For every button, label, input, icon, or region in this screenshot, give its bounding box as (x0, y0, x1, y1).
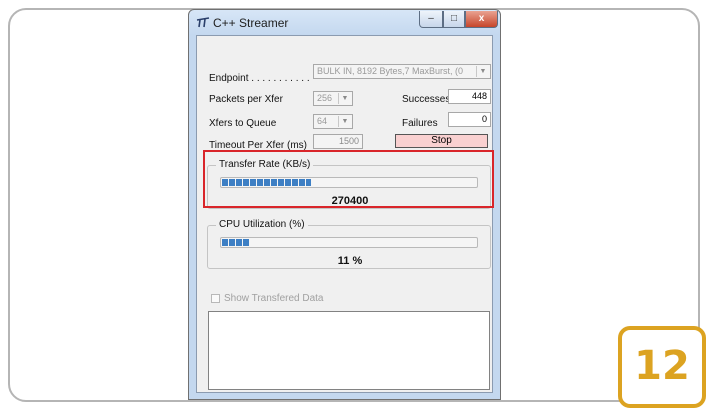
app-icon (196, 17, 210, 28)
successes-field[interactable]: 448 (448, 89, 491, 104)
packets-value: 256 (317, 93, 333, 103)
successes-label: Successes (402, 94, 451, 105)
stop-button[interactable]: Stop (395, 134, 488, 148)
cpu-bar (220, 237, 478, 248)
close-icon[interactable]: x (465, 11, 498, 28)
packets-label: Packets per Xfer (209, 94, 283, 105)
transfer-rate-highlight (203, 150, 494, 208)
data-textarea[interactable] (208, 311, 490, 390)
step-badge: 12 (618, 326, 706, 408)
show-data-checkbox[interactable] (211, 294, 220, 303)
maximize-icon[interactable]: □ (443, 11, 465, 28)
cpu-value: 11 % (337, 255, 363, 267)
failures-field[interactable]: 0 (448, 112, 491, 127)
dropdown-arrow-icon: ▼ (476, 66, 489, 77)
title-bar[interactable]: C++ Streamer – □ x (189, 10, 500, 35)
endpoint-value: BULK IN, 8192 Bytes,7 MaxBurst, (0 (317, 66, 464, 76)
cpu-title: CPU Utilization (%) (216, 219, 308, 230)
timeout-field[interactable]: 1500 (313, 134, 363, 149)
endpoint-label: Endpoint . . . . . . . . . . . (209, 73, 310, 84)
packets-select[interactable]: 256 ▼ (313, 91, 353, 106)
xfers-label: Xfers to Queue (209, 118, 277, 129)
cpu-group: CPU Utilization (%) 11 % (207, 219, 491, 269)
dropdown-arrow-icon: ▼ (338, 93, 351, 104)
dropdown-arrow-icon: ▼ (338, 116, 351, 127)
show-data-label: Show Transfered Data (224, 293, 324, 304)
minimize-icon[interactable]: – (419, 11, 443, 28)
client-area: Endpoint . . . . . . . . . . . BULK IN, … (196, 35, 493, 393)
endpoint-select[interactable]: BULK IN, 8192 Bytes,7 MaxBurst, (0 ▼ (313, 64, 491, 79)
failures-label: Failures (402, 118, 438, 129)
xfers-select[interactable]: 64 ▼ (313, 114, 353, 129)
xfers-value: 64 (317, 116, 328, 126)
window-title: C++ Streamer (213, 16, 289, 30)
cpu-fill (222, 239, 250, 246)
